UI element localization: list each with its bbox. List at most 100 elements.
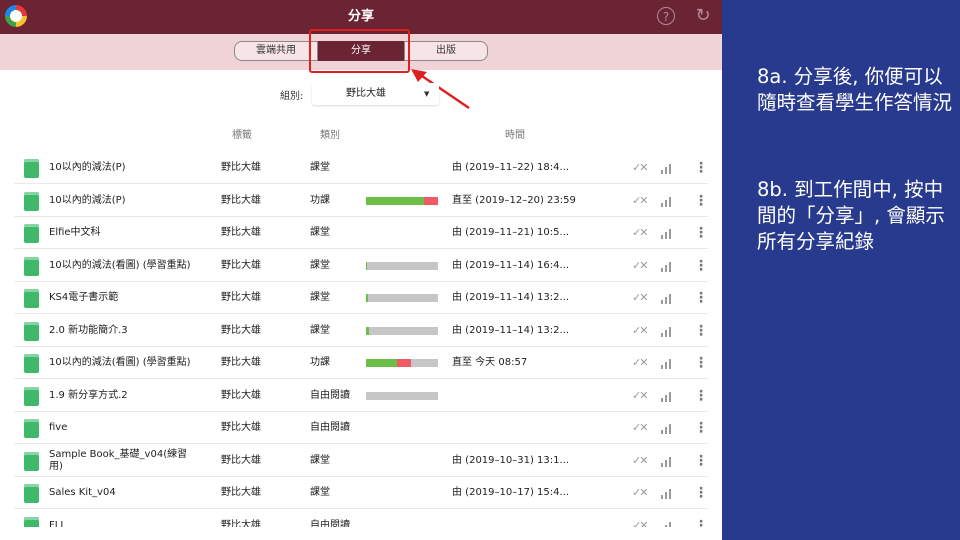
row-owner: 野比大雄 [221, 357, 261, 368]
column-header-type[interactable]: 類別 [320, 126, 340, 141]
row-type: 課堂 [310, 487, 330, 498]
stats-icon[interactable] [660, 423, 672, 434]
row-owner: 野比大雄 [221, 454, 261, 466]
table-row[interactable]: 10以內的減法(看圖) (學習重點) 野比大雄 課堂 由 (2019–11–14) 1… [14, 250, 708, 282]
row-time: 由 (2019–11–14) 16:4... [452, 259, 570, 271]
stats-icon[interactable] [660, 163, 672, 174]
row-type: 課堂 [310, 454, 330, 466]
table-row[interactable]: Sales Kit_v04 野比大雄 課堂 由 (2019–10–17) 15:4..… [14, 477, 708, 509]
stats-icon[interactable] [660, 196, 672, 207]
more-vertical-icon[interactable]: ⋮ [694, 380, 708, 412]
stats-icon[interactable] [660, 261, 672, 272]
row-title: FLI [49, 519, 64, 528]
check-cross-icon[interactable]: ✓✕ [632, 185, 649, 217]
table-row[interactable]: Elfie中文科 野比大雄 課堂 由 (2019–11–21) 10:5... ✓✕ ⋮ [14, 217, 708, 249]
more-vertical-icon[interactable]: ⋮ [694, 282, 708, 314]
row-type: 課堂 [310, 227, 330, 238]
share-record-list: 10以內的減法(P) 野比大雄 課堂由 (2019–11–22) 18:4... ✓✕… [14, 150, 708, 527]
more-vertical-icon[interactable]: ⋮ [694, 315, 708, 347]
group-filter-select[interactable]: 野比大雄 ▼ [312, 83, 439, 105]
table-row[interactable]: 10以內的減法(P) 野比大雄 功課 直至 (2019–12–20) 23:59 ✓✕ ⋮ [14, 185, 708, 217]
check-cross-icon[interactable]: ✓✕ [632, 477, 649, 509]
stats-icon[interactable] [660, 456, 672, 467]
row-owner: 野比大雄 [221, 324, 261, 336]
table-row[interactable]: 1.9 新分享方式.2 野比大雄 自由閱讀 ✓✕ ⋮ [14, 380, 708, 412]
group-filter-value: 野比大雄 [346, 88, 386, 99]
row-time: 直至 (2019–12–20) 23:59 [452, 194, 576, 206]
row-type: 功課 [310, 194, 330, 206]
check-cross-icon[interactable]: ✓✕ [632, 347, 649, 379]
check-cross-icon[interactable]: ✓✕ [632, 250, 649, 282]
progress-bar [366, 391, 438, 400]
more-vertical-icon[interactable]: ⋮ [694, 185, 708, 217]
progress-bar [366, 196, 438, 205]
instruction-text-8b: 8b. 到工作間中, 按中間的「分享」, 會顯示所有分享紀錄 [757, 178, 945, 253]
progress-bar-wrong [424, 196, 438, 205]
app-window: 分享 ? ↻ 雲端共用 分享 出版 組別: 野比大雄 ▼ 標籤 類別 時間 10… [0, 0, 722, 540]
tab-publish[interactable]: 出版 [404, 41, 488, 61]
row-type: 課堂 [310, 162, 330, 173]
check-cross-icon[interactable]: ✓✕ [632, 412, 649, 444]
check-cross-icon[interactable]: ✓✕ [632, 282, 649, 314]
more-vertical-icon[interactable]: ⋮ [694, 347, 708, 379]
check-cross-icon[interactable]: ✓✕ [632, 315, 649, 347]
progress-bar-correct [366, 196, 424, 205]
table-row[interactable]: 10以內的減法(看圖) (學習重點) 野比大雄 功課 直至 今天 08:57 ✓✕ ⋮ [14, 347, 708, 379]
tab-cloud-share[interactable]: 雲端共用 [234, 41, 318, 61]
book-icon [24, 256, 39, 276]
more-vertical-icon[interactable]: ⋮ [694, 152, 708, 184]
progress-bar-correct [366, 359, 397, 367]
row-time: 由 (2019–11–21) 10:5... [452, 227, 570, 238]
progress-bar [366, 294, 438, 302]
row-time: 由 (2019–11–22) 18:4... [452, 162, 570, 173]
row-title: 10以內的減法(看圖) (學習重點) [49, 259, 191, 271]
stats-icon[interactable] [660, 326, 672, 337]
table-row[interactable]: 10以內的減法(P) 野比大雄 課堂 由 (2019–11–22) 18:4... ✓✕… [14, 152, 708, 184]
row-time: 由 (2019–10–31) 13:1... [452, 454, 570, 466]
stats-icon[interactable] [660, 391, 672, 402]
row-title: Sample Book_基礎_v04(練習用) [49, 448, 188, 472]
more-vertical-icon[interactable]: ⋮ [694, 510, 708, 528]
check-cross-icon[interactable]: ✓✕ [632, 380, 649, 412]
stats-icon[interactable] [660, 488, 672, 499]
progress-bar [366, 326, 438, 335]
row-type: 課堂 [310, 292, 330, 303]
row-type: 課堂 [310, 259, 330, 271]
check-cross-icon[interactable]: ✓✕ [632, 152, 649, 184]
progress-bar-correct [366, 326, 369, 335]
table-row[interactable]: KS4電子書示範 野比大雄 課堂 由 (2019–11–14) 13:2... ✓✕ ⋮ [14, 282, 708, 314]
book-icon [24, 484, 39, 503]
more-vertical-icon[interactable]: ⋮ [694, 217, 708, 249]
check-cross-icon[interactable]: ✓✕ [632, 445, 649, 477]
instruction-panel: 8a. 分享後, 你便可以隨時查看學生作答情況 8b. 到工作間中, 按中間的「… [722, 0, 960, 540]
check-cross-icon[interactable]: ✓✕ [632, 217, 649, 249]
help-icon[interactable]: ? [657, 7, 675, 25]
share-tab-highlight-box [309, 29, 410, 73]
row-title: 10以內的減法(P) [49, 194, 126, 206]
table-row[interactable]: FLI 野比大雄 自由閱讀 ✓✕ ⋮ [14, 510, 708, 528]
progress-bar [366, 359, 438, 367]
stats-icon[interactable] [660, 228, 672, 239]
row-title: Elfie中文科 [49, 227, 101, 238]
more-vertical-icon[interactable]: ⋮ [694, 412, 708, 444]
row-title: 10以內的減法(P) [49, 162, 126, 173]
book-icon [24, 386, 39, 406]
more-vertical-icon[interactable]: ⋮ [694, 445, 708, 477]
stats-icon[interactable] [660, 293, 672, 304]
stats-icon[interactable] [660, 521, 672, 527]
stats-icon[interactable] [660, 358, 672, 369]
check-cross-icon[interactable]: ✓✕ [632, 510, 649, 528]
table-row[interactable]: 2.0 新功能簡介.3 野比大雄 課堂 由 (2019–11–14) 13:2... ✓… [14, 315, 708, 347]
row-type: 自由閱讀 [310, 519, 350, 528]
more-vertical-icon[interactable]: ⋮ [694, 477, 708, 509]
more-vertical-icon[interactable]: ⋮ [694, 250, 708, 282]
column-header-label[interactable]: 標籤 [232, 126, 252, 141]
refresh-icon[interactable]: ↻ [692, 5, 714, 27]
table-row[interactable]: Sample Book_基礎_v04(練習用) 野比大雄 課堂 由 (2019–10–… [14, 445, 708, 477]
column-header-time[interactable]: 時間 [505, 126, 525, 141]
instruction-text-8a: 8a. 分享後, 你便可以隨時查看學生作答情況 [757, 65, 953, 114]
row-owner: 野比大雄 [221, 487, 261, 498]
table-row[interactable]: five 野比大雄 自由閱讀 ✓✕ ⋮ [14, 412, 708, 444]
book-icon [24, 354, 39, 373]
book-icon [24, 321, 39, 341]
